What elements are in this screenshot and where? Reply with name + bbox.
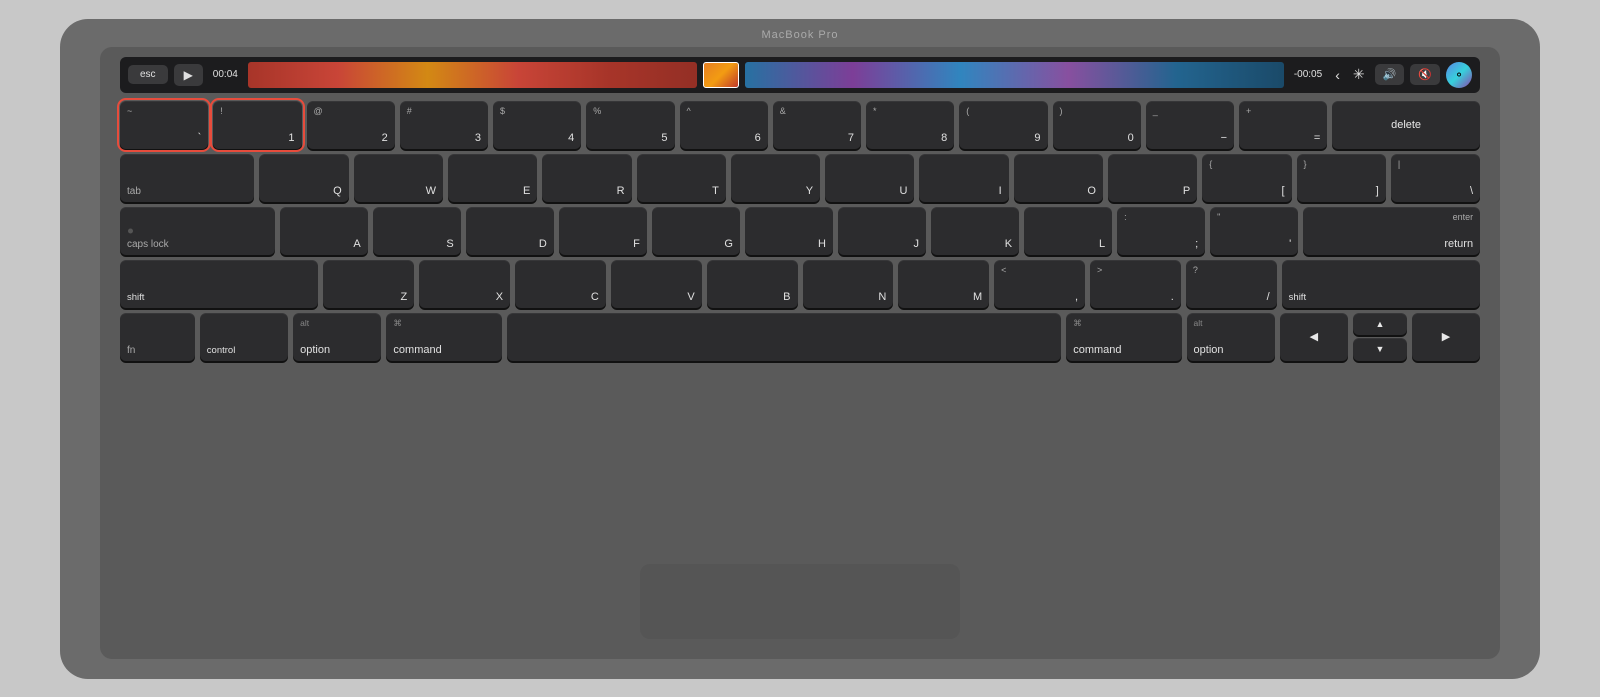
- key-return[interactable]: enter return: [1303, 207, 1480, 255]
- key-x[interactable]: X: [419, 260, 510, 308]
- key-option-right[interactable]: alt option: [1187, 313, 1275, 361]
- time-end: -00:05: [1290, 69, 1326, 80]
- key-j[interactable]: J: [838, 207, 926, 255]
- key-command-right[interactable]: ⌘ command: [1066, 313, 1181, 361]
- key-equals[interactable]: + =: [1239, 101, 1327, 149]
- key-arrow-up[interactable]: ▲: [1353, 313, 1407, 336]
- caps-lock-indicator: [128, 228, 133, 233]
- key-6[interactable]: ^ 6: [680, 101, 768, 149]
- key-5[interactable]: % 5: [586, 101, 674, 149]
- key-3[interactable]: # 3: [400, 101, 488, 149]
- key-y[interactable]: Y: [731, 154, 820, 202]
- key-l[interactable]: L: [1024, 207, 1112, 255]
- key-u[interactable]: U: [825, 154, 914, 202]
- key-f[interactable]: F: [559, 207, 647, 255]
- key-shift-right[interactable]: shift: [1282, 260, 1480, 308]
- key-p[interactable]: P: [1108, 154, 1197, 202]
- key-command-left[interactable]: ⌘ command: [386, 313, 501, 361]
- key-fn[interactable]: fn: [120, 313, 195, 361]
- key-arrow-left[interactable]: ◀: [1280, 313, 1348, 361]
- key-arrow-down[interactable]: ▼: [1353, 338, 1407, 361]
- brightness-icon[interactable]: ✳: [1349, 66, 1369, 83]
- key-bracket-open[interactable]: { [: [1202, 154, 1291, 202]
- key-8[interactable]: * 8: [866, 101, 954, 149]
- esc-key[interactable]: esc: [128, 65, 168, 84]
- key-comma[interactable]: < ,: [994, 260, 1085, 308]
- key-n[interactable]: N: [803, 260, 894, 308]
- key-s[interactable]: S: [373, 207, 461, 255]
- siri-icon[interactable]: ⚬: [1446, 62, 1472, 88]
- volume-icon[interactable]: 🔊: [1375, 64, 1405, 85]
- key-tab[interactable]: tab: [120, 154, 254, 202]
- key-shift-left[interactable]: shift: [120, 260, 318, 308]
- row-modifiers: fn control alt option ⌘ command ⌘ comman…: [120, 313, 1480, 361]
- key-7[interactable]: & 7: [773, 101, 861, 149]
- key-c[interactable]: C: [515, 260, 606, 308]
- row-numbers: ~ ` ! 1 @ 2 # 3 $ 4: [120, 101, 1480, 149]
- video-thumbnail: [703, 62, 739, 88]
- trackpad[interactable]: [640, 564, 960, 639]
- play-button[interactable]: ▶: [174, 64, 203, 86]
- waveform-left: [248, 62, 697, 88]
- keyboard-area: esc ▶ 00:04 -00:05 ‹ ✳ 🔊 🔇 ⚬ ~ ` !: [100, 47, 1500, 659]
- key-t[interactable]: T: [637, 154, 726, 202]
- key-caps-lock[interactable]: caps lock: [120, 207, 275, 255]
- keyboard-rows: ~ ` ! 1 @ 2 # 3 $ 4: [120, 101, 1480, 554]
- key-2[interactable]: @ 2: [307, 101, 395, 149]
- row-qwerty: tab Q W E R T Y U I O P { [ } ]: [120, 154, 1480, 202]
- key-slash[interactable]: ? /: [1186, 260, 1277, 308]
- key-0[interactable]: ) 0: [1053, 101, 1141, 149]
- key-k[interactable]: K: [931, 207, 1019, 255]
- key-4[interactable]: $ 4: [493, 101, 581, 149]
- key-v[interactable]: V: [611, 260, 702, 308]
- key-i[interactable]: I: [919, 154, 1008, 202]
- key-backslash[interactable]: | \: [1391, 154, 1480, 202]
- key-e[interactable]: E: [448, 154, 537, 202]
- touch-bar: esc ▶ 00:04 -00:05 ‹ ✳ 🔊 🔇 ⚬: [120, 57, 1480, 93]
- key-z[interactable]: Z: [323, 260, 414, 308]
- key-h[interactable]: H: [745, 207, 833, 255]
- key-backtick[interactable]: ~ `: [120, 101, 208, 149]
- time-start: 00:04: [209, 69, 242, 80]
- key-m[interactable]: M: [898, 260, 989, 308]
- key-arrow-right[interactable]: ▶: [1412, 313, 1480, 361]
- key-quote[interactable]: " ': [1210, 207, 1298, 255]
- key-a[interactable]: A: [280, 207, 368, 255]
- key-spacebar[interactable]: [507, 313, 1061, 361]
- key-w[interactable]: W: [354, 154, 443, 202]
- key-9[interactable]: ( 9: [959, 101, 1047, 149]
- key-bracket-close[interactable]: } ]: [1297, 154, 1386, 202]
- key-period[interactable]: > .: [1090, 260, 1181, 308]
- mute-icon[interactable]: 🔇: [1410, 64, 1440, 85]
- key-option-left[interactable]: alt option: [293, 313, 381, 361]
- key-b[interactable]: B: [707, 260, 798, 308]
- key-1[interactable]: ! 1: [213, 101, 301, 149]
- chevron-left-icon[interactable]: ‹: [1332, 67, 1343, 83]
- macbook-label: MacBook Pro: [761, 29, 838, 41]
- row-asdf: caps lock A S D F G H J K L : ; " ': [120, 207, 1480, 255]
- macbook-body: MacBook Pro esc ▶ 00:04 -00:05 ‹ ✳ 🔊 🔇 ⚬…: [60, 19, 1540, 679]
- key-control[interactable]: control: [200, 313, 288, 361]
- key-q[interactable]: Q: [259, 154, 348, 202]
- key-delete[interactable]: delete: [1332, 101, 1480, 149]
- key-r[interactable]: R: [542, 154, 631, 202]
- key-minus[interactable]: _ −: [1146, 101, 1234, 149]
- key-g[interactable]: G: [652, 207, 740, 255]
- row-zxcv: shift Z X C V B N M < , > . ?: [120, 260, 1480, 308]
- key-o[interactable]: O: [1014, 154, 1103, 202]
- key-semicolon[interactable]: : ;: [1117, 207, 1205, 255]
- waveform-right: [745, 62, 1284, 88]
- key-d[interactable]: D: [466, 207, 554, 255]
